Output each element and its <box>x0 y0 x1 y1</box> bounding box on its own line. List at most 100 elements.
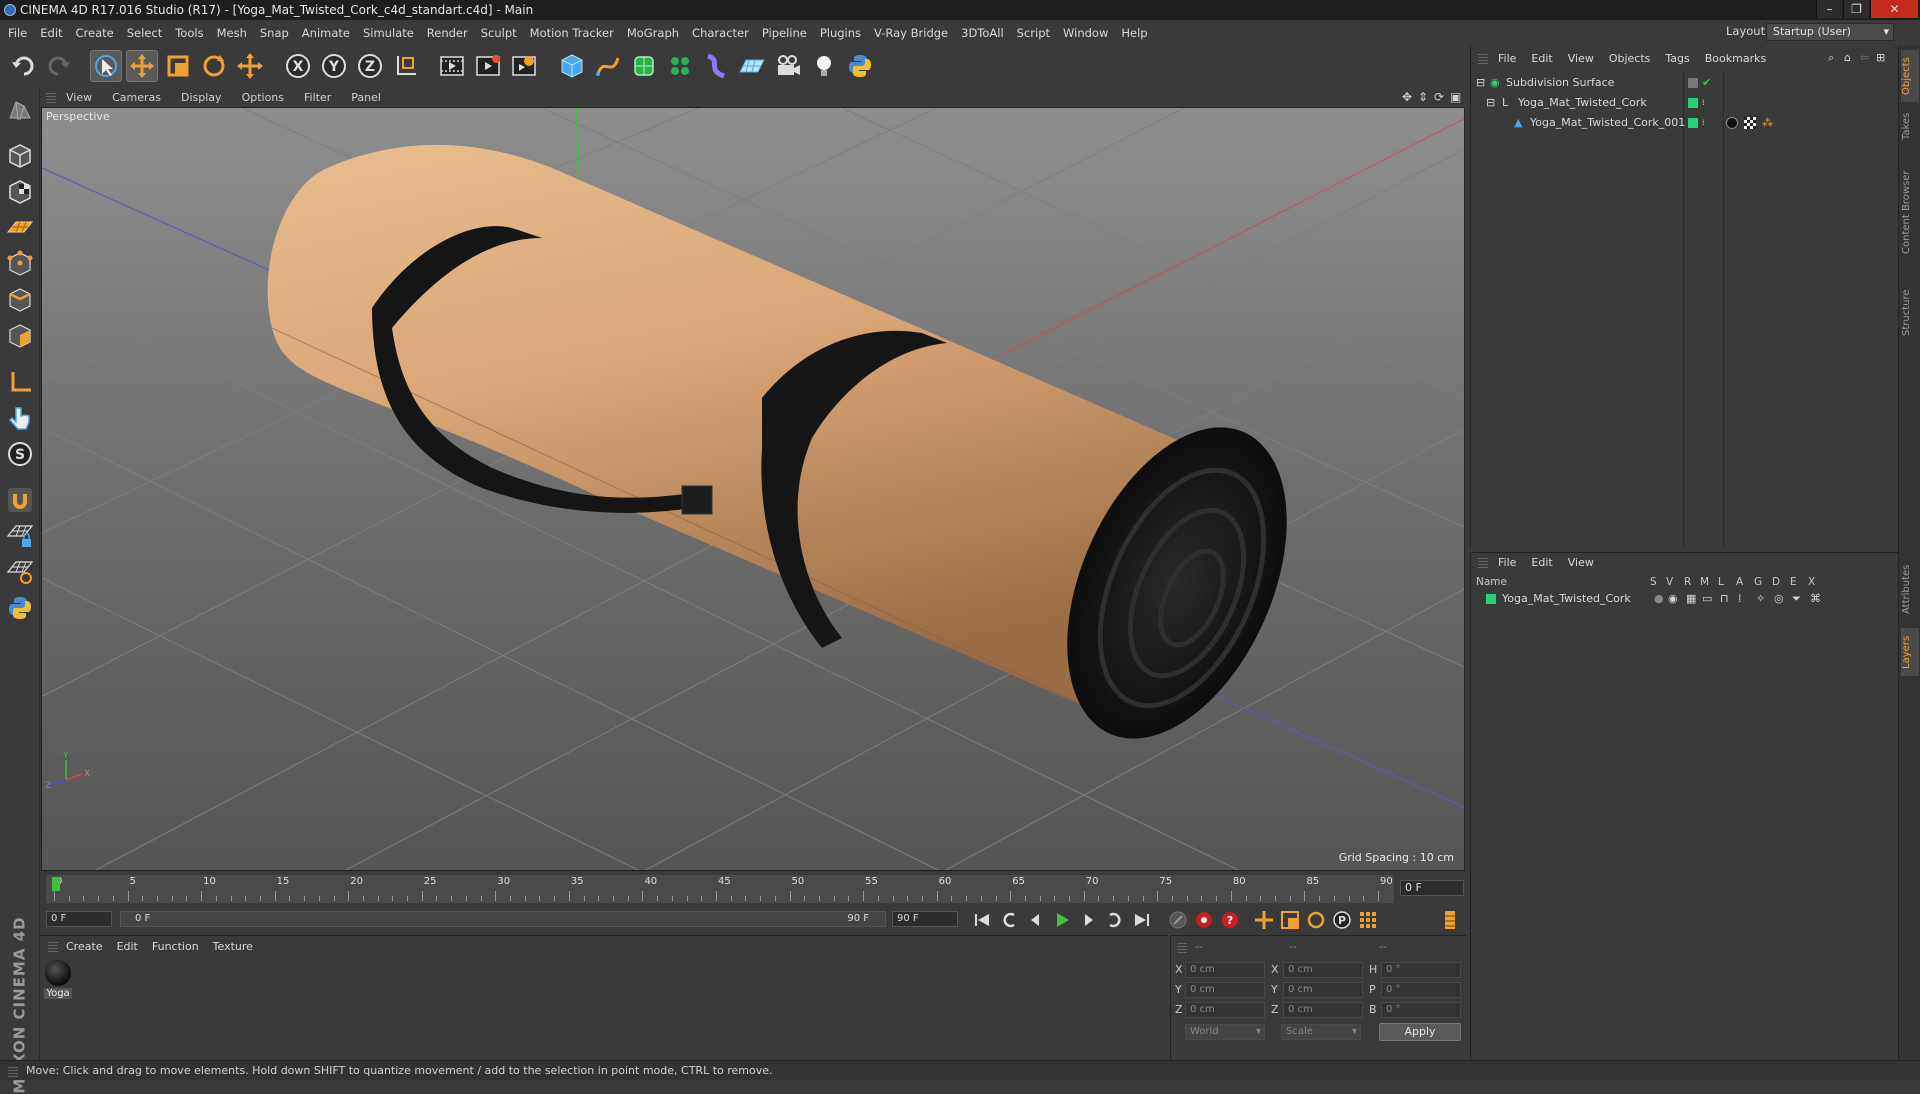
move-icon[interactable] <box>126 50 158 82</box>
pen-spline-icon[interactable] <box>592 50 624 82</box>
menu-sculpt[interactable]: Sculpt <box>481 26 517 40</box>
object-menu-objects[interactable]: Objects <box>1609 52 1651 65</box>
panel-grip[interactable] <box>1177 941 1187 953</box>
menu-mograph[interactable]: MoGraph <box>627 26 679 40</box>
rotate-key-icon[interactable] <box>1304 908 1328 932</box>
panel-grip[interactable] <box>46 91 56 103</box>
phong-tag-icon[interactable]: ⁂ <box>1762 114 1773 132</box>
scale-icon[interactable] <box>162 50 194 82</box>
layer-animation-icon[interactable]: ⁞ <box>1738 590 1742 608</box>
parameter-key-icon[interactable]: P <box>1330 908 1354 932</box>
menu-pipeline[interactable]: Pipeline <box>762 26 807 40</box>
panel-grip[interactable] <box>8 1065 18 1077</box>
layer-menu-file[interactable]: File <box>1498 556 1516 569</box>
viewport-menu-filter[interactable]: Filter <box>304 91 331 104</box>
coord-rot-p-field[interactable]: 0 ° <box>1381 982 1461 998</box>
coord-pos-x-field[interactable]: 0 cm <box>1185 962 1265 978</box>
solo-mode-icon[interactable]: S <box>4 438 36 470</box>
layer-menu-view[interactable]: View <box>1568 556 1594 569</box>
menu-edit[interactable]: Edit <box>40 26 62 40</box>
viewport-menu-options[interactable]: Options <box>242 91 284 104</box>
object-menu-file[interactable]: File <box>1498 52 1516 65</box>
layer-col-render[interactable]: R <box>1684 576 1691 588</box>
collapse-icon[interactable]: ⊟ <box>1476 74 1485 92</box>
material-menu-function[interactable]: Function <box>152 940 199 953</box>
menu-motion-tracker[interactable]: Motion Tracker <box>530 26 614 40</box>
workplane-lock-icon[interactable] <box>4 520 36 552</box>
layer-col-view[interactable]: V <box>1666 576 1673 588</box>
layer-generator-icon[interactable]: ✧ <box>1756 590 1765 608</box>
timeline-ruler[interactable]: 051015202530354045505560657075808590 <box>46 875 1394 903</box>
search-icon[interactable]: ⌕ <box>1828 51 1834 65</box>
menu-script[interactable]: Script <box>1017 26 1050 40</box>
home-icon[interactable]: ⌂ <box>1844 51 1851 64</box>
layer-col-animation[interactable]: A <box>1736 576 1743 588</box>
workplane-icon[interactable] <box>4 212 36 244</box>
material-menu-texture[interactable]: Texture <box>213 940 253 953</box>
material-swatch[interactable]: Yoga <box>44 960 72 1002</box>
layer-col-xref[interactable]: X <box>1808 576 1815 588</box>
material-menu-edit[interactable]: Edit <box>117 940 138 953</box>
keyframe-selection-icon[interactable]: ? <box>1218 908 1242 932</box>
tab-structure[interactable]: Structure <box>1901 278 1919 348</box>
pan-view-icon[interactable]: ✥ <box>1402 90 1412 104</box>
next-key-icon[interactable] <box>1102 908 1126 932</box>
camera-icon[interactable] <box>772 50 804 82</box>
menu-tools[interactable]: Tools <box>175 26 203 40</box>
layer-solo-icon[interactable]: ● <box>1654 590 1664 608</box>
object-row[interactable]: ⊟ L Yoga_Mat_Twisted_Cork ⁞ <box>1476 94 1896 112</box>
point-level-icon[interactable] <box>1356 908 1380 932</box>
layer-col-manager[interactable]: M <box>1700 576 1709 588</box>
menu-help[interactable]: Help <box>1121 26 1147 40</box>
next-frame-icon[interactable] <box>1076 908 1100 932</box>
collapse-icon[interactable]: ⊟ <box>1486 94 1495 112</box>
object-row[interactable]: ⊟ ◉ Subdivision Surface ✔ <box>1476 74 1896 92</box>
dolly-view-icon[interactable]: ⇕ <box>1418 90 1428 104</box>
move-key-icon[interactable] <box>1252 908 1276 932</box>
layer-manager-icon[interactable]: ▭ <box>1702 590 1712 608</box>
points-mode-icon[interactable] <box>4 248 36 280</box>
coordinate-system-icon[interactable] <box>390 50 422 82</box>
object-menu-bookmarks[interactable]: Bookmarks <box>1705 52 1766 65</box>
axis-mode-icon[interactable] <box>4 366 36 398</box>
locked-workplane-icon[interactable] <box>4 556 36 588</box>
menu-animate[interactable]: Animate <box>302 26 350 40</box>
panel-grip[interactable] <box>1478 556 1488 568</box>
maximize-icon[interactable]: ❐ <box>1843 0 1869 18</box>
tweak-mode-icon[interactable] <box>4 402 36 434</box>
end-frame-field[interactable]: 90 F <box>892 911 958 927</box>
layer-render-icon[interactable]: ▦ <box>1686 590 1696 608</box>
viewport-menu-view[interactable]: View <box>66 91 92 104</box>
menu-3dtoall[interactable]: 3DToAll <box>961 26 1004 40</box>
edit-render-settings-icon[interactable] <box>508 50 540 82</box>
live-selection-icon[interactable] <box>90 50 122 82</box>
menu-render[interactable]: Render <box>427 26 468 40</box>
minimize-icon[interactable]: – <box>1816 0 1842 18</box>
y-axis-icon[interactable]: Y <box>318 50 350 82</box>
snap-icon[interactable] <box>4 484 36 516</box>
coord-size-x-field[interactable]: 0 cm <box>1283 962 1363 978</box>
visibility-dots[interactable]: ⁞ <box>1702 114 1705 132</box>
menu-select[interactable]: Select <box>127 26 162 40</box>
layout-select[interactable]: Startup (User) ▾ <box>1766 23 1894 41</box>
z-axis-icon[interactable]: Z <box>354 50 386 82</box>
viewport-menu-display[interactable]: Display <box>181 91 222 104</box>
rotate-icon[interactable] <box>198 50 230 82</box>
x-axis-icon[interactable]: X <box>282 50 314 82</box>
viewport-menu-cameras[interactable]: Cameras <box>112 91 161 104</box>
play-icon[interactable] <box>1050 908 1074 932</box>
material-menu-create[interactable]: Create <box>66 940 103 953</box>
layer-expression-icon[interactable]: ⏷ <box>1792 590 1801 608</box>
object-menu-view[interactable]: View <box>1568 52 1594 65</box>
layer-col-deformers[interactable]: D <box>1772 576 1780 588</box>
undo-icon[interactable] <box>8 50 40 82</box>
coord-rot-h-field[interactable]: 0 ° <box>1381 962 1461 978</box>
layer-deformer-icon[interactable]: ◎ <box>1774 590 1784 608</box>
menu-simulate[interactable]: Simulate <box>363 26 414 40</box>
rotate-view-icon[interactable]: ⟳ <box>1434 90 1444 104</box>
viewport-camera-label[interactable]: Perspective <box>46 110 110 123</box>
viewport-menu-panel[interactable]: Panel <box>351 91 381 104</box>
timeline-icon[interactable] <box>1438 908 1462 932</box>
light-icon[interactable] <box>808 50 840 82</box>
edges-mode-icon[interactable] <box>4 284 36 316</box>
